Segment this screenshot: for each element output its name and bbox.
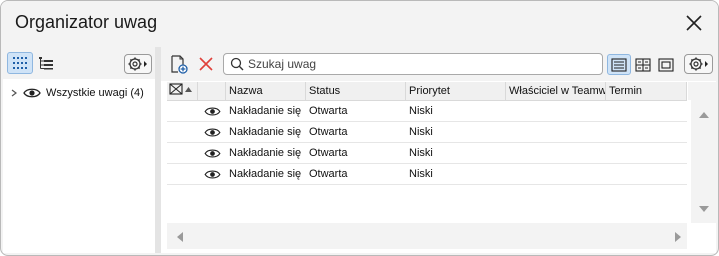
table-row[interactable]: Nakładanie się Otwarta Niski [167, 101, 687, 122]
column-header-name[interactable]: Nazwa [226, 82, 306, 100]
cell-owner [506, 101, 606, 122]
close-icon [686, 15, 702, 31]
column-header-owner[interactable]: Właściciel w Teamwork [506, 82, 606, 100]
list-view-icon [611, 57, 627, 72]
eye-icon [203, 128, 221, 137]
delete-x-icon [199, 57, 213, 71]
flat-view-button[interactable] [7, 52, 33, 74]
split-view-button[interactable] [632, 54, 654, 75]
cell-owner [506, 164, 606, 185]
column-header-type[interactable] [167, 82, 198, 100]
column-header-due[interactable]: Termin [606, 82, 687, 100]
cell-name: Nakładanie się [229, 168, 302, 180]
delete-issue-button[interactable] [195, 53, 217, 75]
cell-priority: Niski [409, 126, 433, 138]
table-row[interactable]: Nakładanie się Otwarta Niski [167, 122, 687, 143]
cell-name: Nakładanie się [229, 147, 302, 159]
title-bar: Organizator uwag [1, 1, 718, 45]
cell-priority: Niski [409, 105, 433, 117]
gear-icon [689, 57, 708, 71]
issue-type-sort-icon [169, 83, 192, 95]
new-document-icon [171, 55, 188, 74]
cell-status: Otwarta [309, 105, 348, 117]
scroll-left-icon [177, 232, 183, 242]
issues-panel: Nazwa Status Priorytet Właściciel w Team… [161, 47, 716, 253]
cell-name: Nakładanie się [229, 105, 302, 117]
tree-item-all-issues[interactable]: Wszystkie uwagi (4) [9, 87, 144, 99]
visibility-toggle[interactable] [198, 164, 226, 185]
window-title: Organizator uwag [15, 12, 158, 32]
visibility-toggle[interactable] [198, 143, 226, 164]
column-header-status[interactable]: Status [306, 82, 406, 100]
search-icon [230, 57, 244, 71]
tree-list-icon [39, 57, 53, 70]
cell-status: Otwarta [309, 126, 348, 138]
eye-icon [23, 88, 41, 98]
issues-toolbar [161, 47, 716, 81]
table-row[interactable]: Nakładanie się Otwarta Niski [167, 164, 687, 185]
cell-priority: Niski [409, 147, 433, 159]
cell-status: Otwarta [309, 147, 348, 159]
cell-owner [506, 122, 606, 143]
list-view-button[interactable] [607, 54, 631, 75]
cell-name: Nakładanie się [229, 126, 302, 138]
issue-organizer-window: Organizator uwag Wszystkie uwagi (4) Szu… [0, 0, 719, 256]
tree-panel: Wszystkie uwagi (4) [3, 47, 155, 253]
tree-toolbar [3, 47, 155, 79]
search-box[interactable] [223, 53, 603, 75]
scroll-down-icon [699, 206, 709, 212]
issues-settings-button[interactable] [684, 54, 713, 74]
chevron-right-icon [11, 89, 17, 97]
issues-table: Nazwa Status Priorytet Właściciel w Team… [167, 82, 687, 222]
column-header-priority[interactable]: Priorytet [406, 82, 506, 100]
grid-view-icon [635, 57, 651, 72]
scroll-right-icon [675, 232, 681, 242]
cell-due [606, 143, 687, 164]
tree-item-label: Wszystkie uwagi (4) [46, 87, 144, 99]
cell-due [606, 122, 687, 143]
horizontal-scrollbar[interactable] [167, 223, 687, 249]
cell-owner [506, 143, 606, 164]
eye-icon [203, 149, 221, 158]
new-issue-button[interactable] [167, 53, 191, 75]
tree-view-button[interactable] [35, 52, 57, 74]
visibility-toggle[interactable] [198, 122, 226, 143]
detail-view-button[interactable] [655, 54, 677, 75]
detail-view-icon [658, 57, 674, 72]
cell-priority: Niski [409, 168, 433, 180]
cell-due [606, 164, 687, 185]
vertical-scrollbar[interactable] [691, 82, 716, 223]
cell-status: Otwarta [309, 168, 348, 180]
close-button[interactable] [684, 13, 704, 33]
eye-icon [203, 107, 221, 116]
visibility-toggle[interactable] [198, 101, 226, 122]
grid-dots-icon [13, 57, 27, 69]
eye-icon [203, 170, 221, 179]
search-input[interactable] [246, 57, 588, 71]
column-header-visibility[interactable] [198, 82, 226, 100]
cell-due [606, 101, 687, 122]
table-row[interactable]: Nakładanie się Otwarta Niski [167, 143, 687, 164]
table-header: Nazwa Status Priorytet Właściciel w Team… [167, 82, 687, 101]
gear-icon [128, 57, 147, 71]
tree-settings-button[interactable] [124, 54, 152, 74]
scroll-up-icon [699, 112, 709, 118]
